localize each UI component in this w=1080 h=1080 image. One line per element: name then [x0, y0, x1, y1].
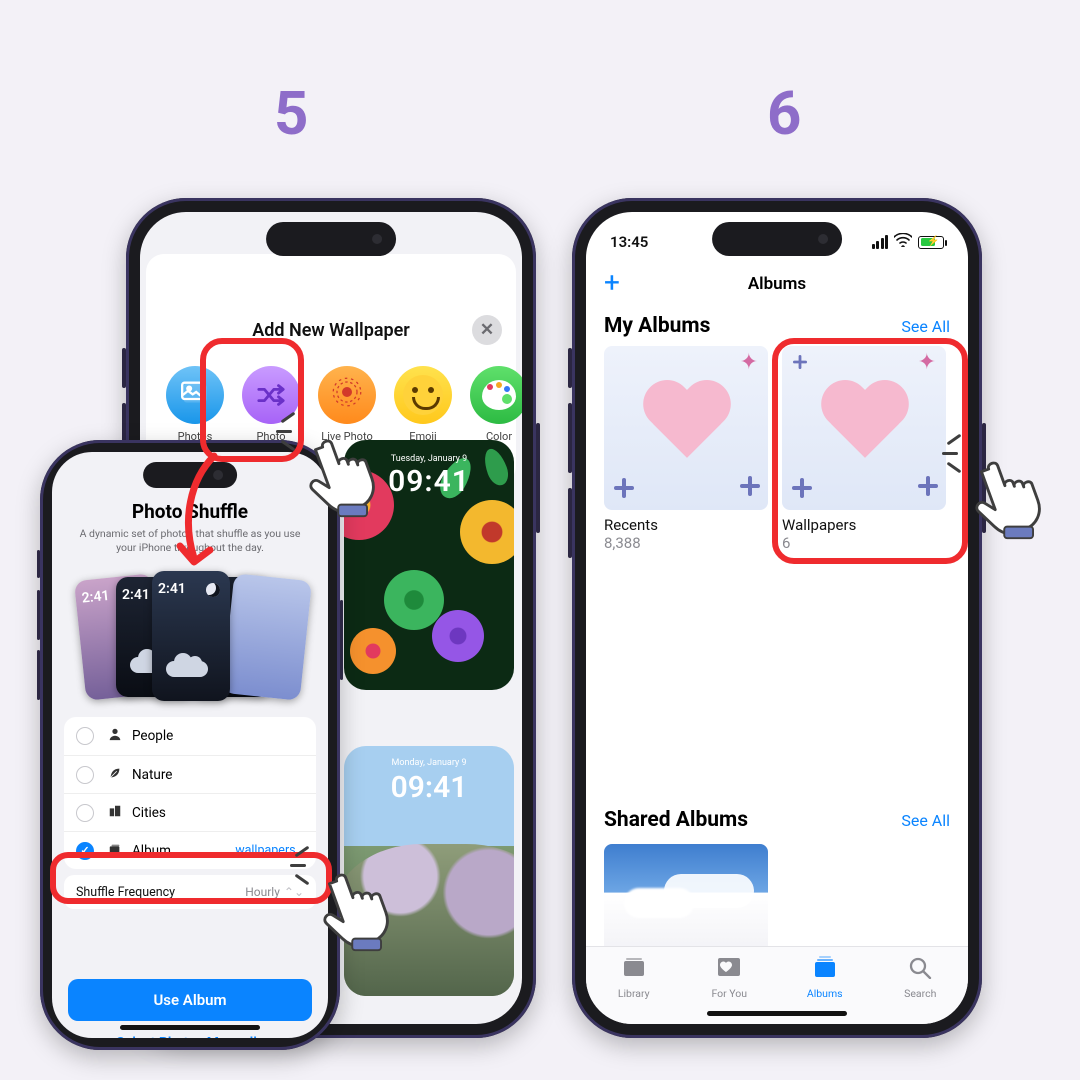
tile-time: 09:41: [344, 464, 514, 499]
source-album[interactable]: Album wallpapers…: [64, 831, 316, 869]
search-icon: [874, 955, 966, 985]
phone-step5-front: Photo Shuffle A dynamic set of photos th…: [40, 440, 340, 1050]
album-thumbnail: ✦: [604, 346, 768, 510]
add-wallpaper-title: Add New Wallpaper: [252, 320, 410, 341]
source-label: Cities: [132, 805, 166, 821]
library-icon: [588, 955, 680, 985]
leaf-icon: [106, 766, 124, 784]
tile-date: Tuesday, January 9: [344, 454, 514, 464]
wallpaper-tile-unity-bloom[interactable]: Tuesday, January 909:41 Unity Bloom: [344, 440, 514, 690]
buildings-icon: [106, 804, 124, 822]
add-album-button[interactable]: +: [604, 266, 620, 299]
chevron-updown-icon: ⌃⌄: [284, 885, 304, 899]
status-time: 13:45: [610, 233, 648, 251]
shuffle-frequency-value: Hourly: [245, 885, 280, 899]
emoji-icon: [403, 375, 443, 415]
shuffle-icon: [256, 383, 286, 407]
album-count: 8,388: [604, 534, 768, 552]
preview-time: 2:41: [81, 588, 110, 607]
album-value-link[interactable]: wallpapers…: [235, 843, 304, 858]
palette-icon: [482, 380, 516, 410]
section-title: My Albums: [604, 314, 710, 338]
album-name: Recents: [604, 516, 768, 534]
preview-time: 2:41: [158, 581, 186, 597]
source-label: Album: [132, 843, 171, 859]
tab-label: Search: [904, 987, 936, 1000]
wallpaper-tile-scenic[interactable]: Monday, January 9 09:41: [344, 746, 514, 996]
see-all-link[interactable]: See All: [901, 317, 950, 336]
tab-bar: Library For You Albums Search: [586, 946, 968, 1024]
radio-unchecked-icon: [76, 804, 94, 822]
tab-label: Albums: [807, 987, 843, 1000]
cellular-icon: [872, 235, 889, 249]
shuffle-frequency-label: Shuffle Frequency: [76, 885, 175, 900]
section-my-albums: My Albums See All: [586, 304, 968, 342]
album-recents[interactable]: ✦ Recents 8,388: [604, 346, 768, 552]
photo-shuffle-preview: 2:41 2:41 2:41: [80, 567, 300, 707]
wifi-icon: [894, 233, 912, 251]
home-indicator: [707, 1011, 847, 1016]
tab-albums[interactable]: Albums: [779, 955, 871, 1000]
for-you-icon: [683, 955, 775, 985]
photo-shuffle-subtitle: A dynamic set of photos that shuffle as …: [52, 523, 328, 555]
shuffle-frequency-row[interactable]: Shuffle Frequency Hourly ⌃⌄: [64, 875, 316, 909]
radio-unchecked-icon: [76, 727, 94, 745]
photo-shuffle-title: Photo Shuffle: [52, 500, 328, 523]
source-nature[interactable]: Nature: [64, 755, 316, 793]
preview-time: 2:41: [122, 587, 150, 603]
home-indicator: [120, 1025, 260, 1030]
section-shared-albums: Shared Albums See All: [586, 798, 968, 836]
radio-checked-icon: [76, 842, 94, 860]
album-count: 6: [782, 534, 946, 552]
source-cities[interactable]: Cities: [64, 793, 316, 831]
navbar-title: Albums: [748, 274, 806, 294]
photos-icon: [181, 380, 209, 411]
tab-label: Library: [618, 987, 650, 1000]
tile-time: 09:41: [344, 770, 514, 805]
step-number-6: 6: [767, 78, 801, 149]
tab-label: For You: [711, 987, 747, 1000]
see-all-link[interactable]: See All: [901, 811, 950, 830]
add-wallpaper-header: Add New Wallpaper ✕: [146, 294, 516, 366]
album-stack-icon: [106, 842, 124, 860]
battery-icon: ⚡: [918, 236, 944, 249]
live-photo-icon: [332, 377, 362, 414]
shuffle-source-list: People Nature Cities: [64, 717, 316, 869]
close-icon[interactable]: ✕: [472, 315, 502, 345]
use-album-button[interactable]: Use Album: [68, 979, 312, 1021]
albums-icon: [779, 955, 871, 985]
album-thumbnail: ✦: [782, 346, 946, 510]
source-label: Nature: [132, 767, 172, 783]
album-wallpapers[interactable]: ✦ Wallpapers 6: [782, 346, 946, 552]
tab-search[interactable]: Search: [874, 955, 966, 1000]
tab-library[interactable]: Library: [588, 955, 680, 1000]
tile-date: Monday, January 9: [344, 758, 514, 768]
select-photos-manually-button[interactable]: Select Photos Manually: [52, 1035, 328, 1038]
tab-for-you[interactable]: For You: [683, 955, 775, 1000]
radio-unchecked-icon: [76, 766, 94, 784]
source-label: People: [132, 728, 173, 744]
albums-navbar: + Albums: [586, 264, 968, 304]
person-icon: [106, 727, 124, 745]
source-people[interactable]: People: [64, 717, 316, 755]
step-number-5: 5: [274, 78, 308, 149]
section-title: Shared Albums: [604, 808, 748, 832]
phone-step6: 13:45 ⚡ + Albums My Albums See All ✦ Rec…: [572, 198, 982, 1038]
album-name: Wallpapers: [782, 516, 946, 534]
